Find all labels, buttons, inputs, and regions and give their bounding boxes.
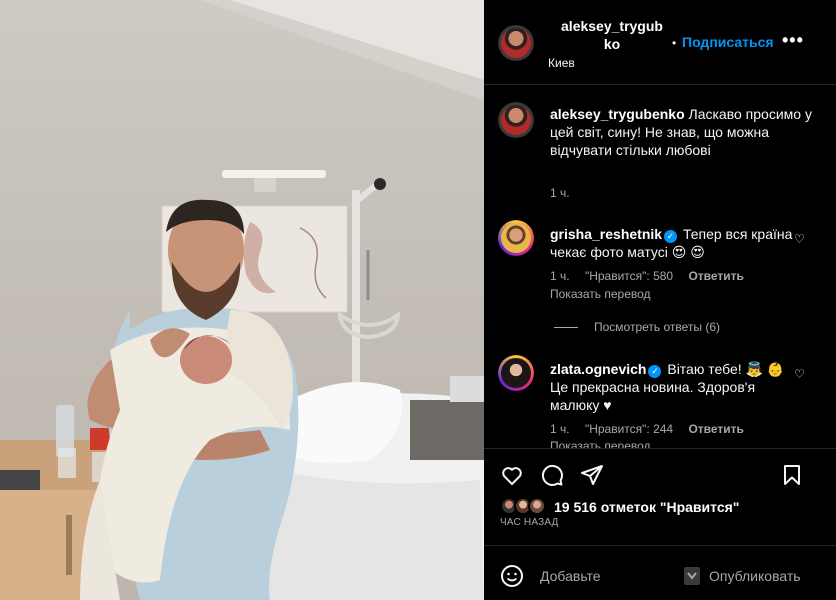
post-location[interactable]: Киев (548, 56, 575, 70)
post-timestamp[interactable]: ЧАС НАЗАД (500, 517, 559, 528)
clipped-translate: Показать перевод (484, 436, 836, 448)
composer-divider (484, 545, 836, 546)
heart-icon[interactable] (500, 463, 524, 487)
caption-avatar[interactable] (498, 102, 534, 138)
emoji-icon[interactable] (500, 564, 524, 588)
comment-time[interactable]: 1 ч. (550, 422, 570, 436)
comment-likes[interactable]: "Нравится": 580 (585, 269, 673, 283)
comment-icon[interactable] (540, 463, 564, 487)
comment-username[interactable]: zlata.ognevich (550, 361, 646, 377)
replies-line (554, 327, 578, 329)
comment-like-icon[interactable]: ♡ (794, 367, 805, 381)
actions-divider (484, 448, 836, 449)
caption-time[interactable]: 1 ч. (550, 186, 570, 200)
author-avatar[interactable] (498, 25, 534, 61)
translate-link[interactable]: Показать перевод (550, 287, 651, 301)
scroll-down-icon[interactable] (684, 567, 700, 585)
follow-button[interactable]: Подписаться (682, 34, 774, 50)
likes-count[interactable]: 19 516 отметок "Нравится" (554, 499, 739, 515)
comment-time[interactable]: 1 ч. (550, 269, 570, 283)
liker-avatar (528, 497, 546, 515)
comment-input[interactable]: Добавьте (540, 568, 601, 584)
comment-username[interactable]: grisha_reshetnik (550, 226, 662, 242)
reply-button[interactable]: Ответить (688, 422, 743, 436)
comment-avatar[interactable] (498, 220, 534, 256)
comment-text: zlata.ognevich ✓ Вітаю тебе! 👼 👶 Це прекр… (550, 361, 785, 413)
comment-meta: 1 ч. "Нравится": 580 Ответить (550, 269, 756, 283)
comment-like-icon[interactable]: ♡ (794, 232, 805, 246)
publish-button[interactable]: Опубликовать (709, 568, 801, 584)
share-icon[interactable] (580, 463, 604, 487)
translate-link[interactable]: Показать перевод (550, 439, 651, 448)
comment-avatar[interactable] (498, 355, 534, 391)
comment-text: grisha_reshetnik ✓ Тепер вся країна чекає… (550, 226, 793, 260)
comment-meta: 1 ч. "Нравится": 244 Ответить (550, 422, 756, 436)
caption-username[interactable]: aleksey_trygubenko (550, 106, 685, 122)
verified-icon: ✓ (648, 365, 662, 378)
post-photo (0, 0, 484, 600)
header-separator: • (672, 36, 677, 50)
photo-illustration (0, 0, 484, 600)
view-replies-button[interactable]: Посмотреть ответы (6) (554, 320, 720, 334)
more-options-icon[interactable]: ••• (782, 30, 804, 51)
post-caption: aleksey_trygubenko Ласкаво просимо у цей… (550, 105, 812, 159)
post-panel: aleksey_trygub ko • Подписаться ••• Киев… (484, 0, 836, 600)
verified-icon: ✓ (664, 230, 678, 243)
reply-button[interactable]: Ответить (688, 269, 743, 283)
comment-likes[interactable]: "Нравится": 244 (585, 422, 673, 436)
header-divider (484, 84, 836, 85)
bookmark-icon[interactable] (780, 463, 804, 487)
author-username[interactable]: aleksey_trygub ko (550, 17, 674, 53)
